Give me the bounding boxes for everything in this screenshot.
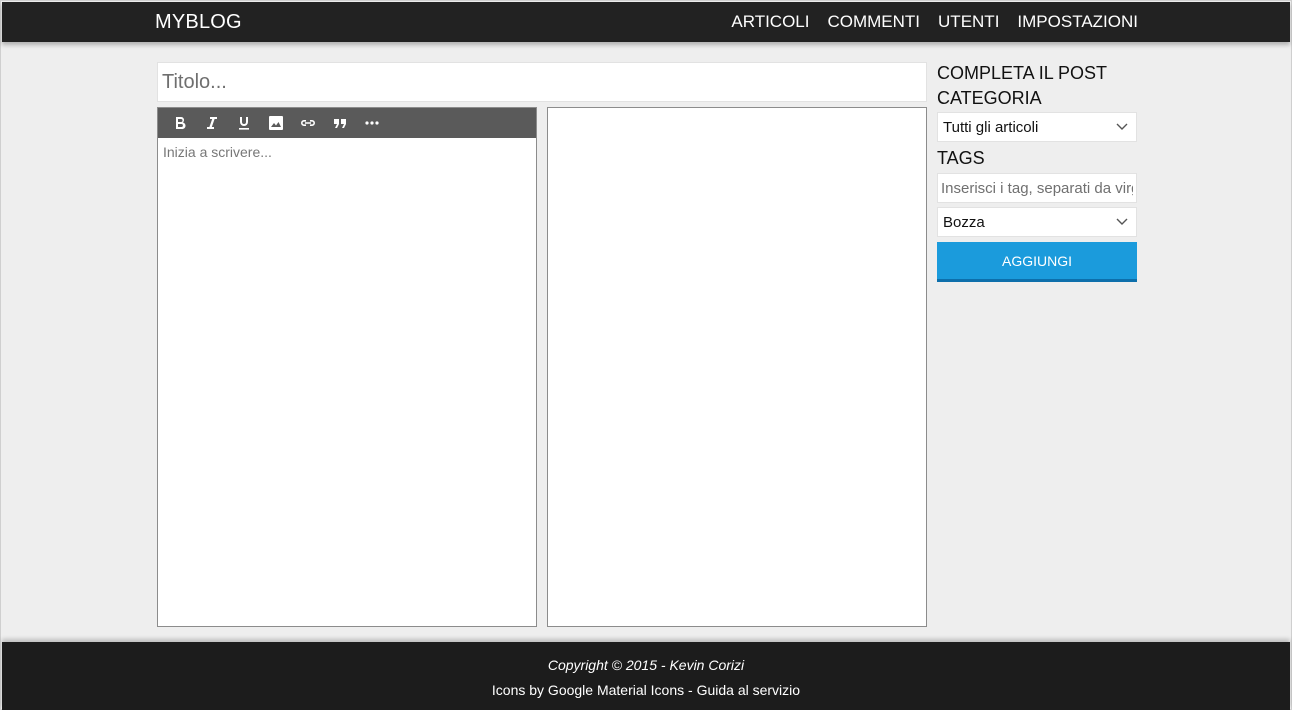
complete-post-heading: COMPLETA IL POST [937,63,1108,83]
link-icon[interactable] [292,108,324,138]
icons-credit-link[interactable]: Icons by Google Material Icons [492,682,684,698]
nav-link-utenti[interactable]: UTENTI [938,12,999,32]
add-post-button[interactable]: AGGIUNGI [937,242,1137,282]
editor-toolbar [158,108,536,138]
chevron-down-icon [1116,123,1128,130]
brand-logo[interactable]: MYBLOG [155,11,242,34]
category-label: CATEGORIA [937,88,1042,108]
service-guide-link[interactable]: Guida al servizio [697,682,801,698]
post-title-input[interactable] [157,62,927,102]
main-nav: ARTICOLI COMMENTI UTENTI IMPOSTAZIONI [731,12,1138,32]
copyright-text: Copyright © 2015 - Kevin Corizi [547,657,745,673]
status-selected-value: Bozza [943,214,985,231]
status-select[interactable]: Bozza [937,207,1137,237]
page-footer: Copyright © 2015 - Kevin Corizi Icons by… [2,642,1290,710]
image-icon[interactable] [260,108,292,138]
preview-pane [547,107,927,627]
tags-label: TAGS [937,148,985,168]
bold-icon[interactable] [164,108,196,138]
more-icon[interactable] [356,108,388,138]
footer-credits: Icons by Google Material Icons - Guida a… [2,682,1290,698]
tags-input[interactable] [937,173,1137,203]
post-sidebar: COMPLETA IL POST CATEGORIA Tutti gli art… [937,61,1137,282]
quote-icon[interactable] [324,108,356,138]
nav-link-impostazioni[interactable]: IMPOSTAZIONI [1017,12,1138,32]
markdown-editor [157,107,537,627]
category-selected-value: Tutti gli articoli [943,119,1039,136]
underline-icon[interactable] [228,108,260,138]
chevron-down-icon [1116,218,1128,225]
post-body-textarea[interactable] [158,138,536,626]
credits-separator: - [684,682,697,698]
category-select[interactable]: Tutti gli articoli [937,112,1137,142]
nav-link-commenti[interactable]: COMMENTI [827,12,920,32]
italic-icon[interactable] [196,108,228,138]
nav-link-articoli[interactable]: ARTICOLI [731,12,809,32]
top-navbar: MYBLOG ARTICOLI COMMENTI UTENTI IMPOSTAZ… [2,2,1290,42]
